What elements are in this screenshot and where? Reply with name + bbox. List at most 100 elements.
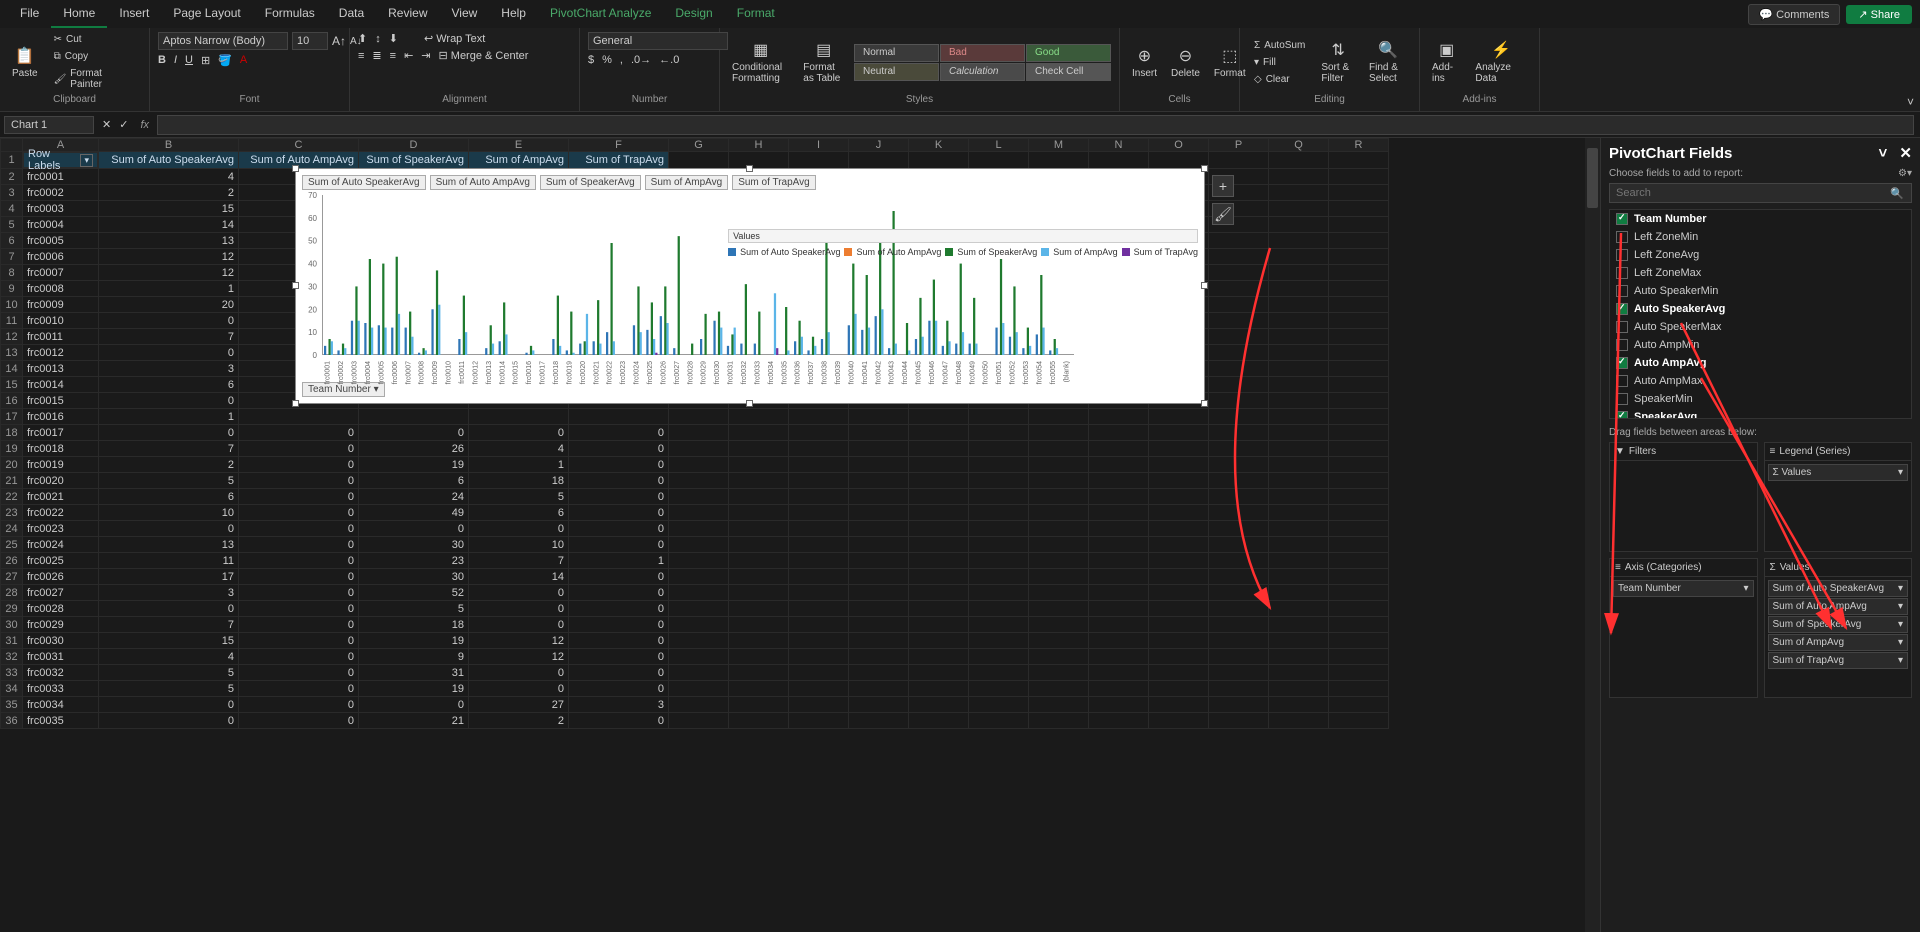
style-normal[interactable]: Normal bbox=[854, 44, 939, 62]
font-size-select[interactable] bbox=[292, 32, 328, 50]
row-header-18[interactable]: 18 bbox=[1, 425, 23, 441]
field-left-zoneavg[interactable]: Left ZoneAvg bbox=[1610, 246, 1911, 264]
checkbox-icon[interactable] bbox=[1616, 285, 1628, 297]
cell-F27[interactable]: 0 bbox=[569, 569, 669, 585]
field-auto-ampmax[interactable]: Auto AmpMax bbox=[1610, 372, 1911, 390]
format-painter-button[interactable]: 🖌 Format Painter bbox=[48, 66, 141, 92]
row-header-1[interactable]: 1 bbox=[1, 152, 23, 169]
align-middle-icon[interactable]: ↕ bbox=[375, 33, 381, 45]
cell-B20[interactable]: 2 bbox=[99, 457, 239, 473]
cell-D26[interactable]: 23 bbox=[359, 553, 469, 569]
chart-field-button[interactable]: Sum of Auto AmpAvg bbox=[430, 175, 536, 190]
cell-C17[interactable] bbox=[239, 409, 359, 425]
cell-D18[interactable]: 0 bbox=[359, 425, 469, 441]
clear-button[interactable]: ◇ Clear bbox=[1248, 72, 1311, 87]
row-header-36[interactable]: 36 bbox=[1, 713, 23, 729]
col-header-D[interactable]: D bbox=[359, 139, 469, 152]
cell-D33[interactable]: 31 bbox=[359, 665, 469, 681]
menu-format[interactable]: Format bbox=[725, 0, 787, 28]
menu-insert[interactable]: Insert bbox=[107, 0, 161, 28]
align-bottom-icon[interactable]: ⬇ bbox=[389, 32, 398, 45]
underline-button[interactable]: U bbox=[185, 54, 193, 67]
row-header-4[interactable]: 4 bbox=[1, 201, 23, 217]
cell-A17[interactable]: frc0016 bbox=[23, 409, 99, 425]
filters-area[interactable]: ▼ Filters bbox=[1609, 442, 1758, 552]
cell-C23[interactable]: 0 bbox=[239, 505, 359, 521]
col-header-J[interactable]: J bbox=[849, 139, 909, 152]
col-header-L[interactable]: L bbox=[969, 139, 1029, 152]
cell-E32[interactable]: 12 bbox=[469, 649, 569, 665]
cell-A31[interactable]: frc0030 bbox=[23, 633, 99, 649]
row-header-10[interactable]: 10 bbox=[1, 297, 23, 313]
cell-A29[interactable]: frc0028 bbox=[23, 601, 99, 617]
cell-B22[interactable]: 6 bbox=[99, 489, 239, 505]
cell-E23[interactable]: 6 bbox=[469, 505, 569, 521]
cell-F26[interactable]: 1 bbox=[569, 553, 669, 569]
col-header-C[interactable]: C bbox=[239, 139, 359, 152]
cell-C20[interactable]: 0 bbox=[239, 457, 359, 473]
find-select-button[interactable]: 🔍Find & Select bbox=[1365, 38, 1411, 86]
row-header-3[interactable]: 3 bbox=[1, 185, 23, 201]
autosum-button[interactable]: Σ AutoSum bbox=[1248, 38, 1311, 53]
checkbox-icon[interactable] bbox=[1616, 249, 1628, 261]
cell-F23[interactable]: 0 bbox=[569, 505, 669, 521]
name-box[interactable] bbox=[4, 116, 94, 134]
field-left-zonemin[interactable]: Left ZoneMin bbox=[1610, 228, 1911, 246]
cell-B21[interactable]: 5 bbox=[99, 473, 239, 489]
addins-button[interactable]: ▣Add-ins bbox=[1428, 38, 1465, 86]
col-header-I[interactable]: I bbox=[789, 139, 849, 152]
cell-A4[interactable]: frc0003 bbox=[23, 201, 99, 217]
percent-icon[interactable]: % bbox=[602, 54, 612, 66]
indent-dec-icon[interactable]: ⇤ bbox=[404, 49, 413, 62]
cell-E35[interactable]: 27 bbox=[469, 697, 569, 713]
pane-minimize-icon[interactable]: ˅ bbox=[1878, 145, 1887, 162]
cell-D19[interactable]: 26 bbox=[359, 441, 469, 457]
chart-field-button[interactable]: Sum of TrapAvg bbox=[732, 175, 816, 190]
cell-E19[interactable]: 4 bbox=[469, 441, 569, 457]
field-auto-speakeravg[interactable]: Auto SpeakerAvg bbox=[1610, 300, 1911, 318]
cell-D31[interactable]: 19 bbox=[359, 633, 469, 649]
cell-F30[interactable]: 0 bbox=[569, 617, 669, 633]
checkbox-icon[interactable] bbox=[1616, 339, 1628, 351]
cell-A26[interactable]: frc0025 bbox=[23, 553, 99, 569]
cell-F24[interactable]: 0 bbox=[569, 521, 669, 537]
row-header-20[interactable]: 20 bbox=[1, 457, 23, 473]
checkbox-icon[interactable] bbox=[1616, 213, 1628, 225]
cell-F33[interactable]: 0 bbox=[569, 665, 669, 681]
cell-F29[interactable]: 0 bbox=[569, 601, 669, 617]
style-bad[interactable]: Bad bbox=[940, 44, 1025, 62]
paste-button[interactable]: 📋Paste bbox=[8, 44, 42, 81]
sort-filter-button[interactable]: ⇅Sort & Filter bbox=[1317, 38, 1359, 86]
cell-A11[interactable]: frc0010 bbox=[23, 313, 99, 329]
cell-C29[interactable]: 0 bbox=[239, 601, 359, 617]
cell-A7[interactable]: frc0006 bbox=[23, 249, 99, 265]
font-name-select[interactable] bbox=[158, 32, 288, 50]
cell-D36[interactable]: 21 bbox=[359, 713, 469, 729]
field-team-number[interactable]: Team Number bbox=[1610, 210, 1911, 228]
row-header-8[interactable]: 8 bbox=[1, 265, 23, 281]
collapse-ribbon-icon[interactable]: ˅ bbox=[1907, 95, 1914, 109]
cell-A35[interactable]: frc0034 bbox=[23, 697, 99, 713]
field-auto-speakermin[interactable]: Auto SpeakerMin bbox=[1610, 282, 1911, 300]
menu-data[interactable]: Data bbox=[327, 0, 376, 28]
cell-A19[interactable]: frc0018 bbox=[23, 441, 99, 457]
col-header-G[interactable]: G bbox=[669, 139, 729, 152]
area-pill[interactable]: Sum of TrapAvg▾ bbox=[1768, 652, 1909, 669]
cell-C19[interactable]: 0 bbox=[239, 441, 359, 457]
copy-button[interactable]: ⧉ Copy bbox=[48, 49, 141, 64]
col-header-H[interactable]: H bbox=[729, 139, 789, 152]
cell-B3[interactable]: 2 bbox=[99, 185, 239, 201]
cell-C21[interactable]: 0 bbox=[239, 473, 359, 489]
cell-F32[interactable]: 0 bbox=[569, 649, 669, 665]
cell-B27[interactable]: 17 bbox=[99, 569, 239, 585]
cell-B11[interactable]: 0 bbox=[99, 313, 239, 329]
field-search-input[interactable] bbox=[1609, 183, 1912, 203]
cell-D30[interactable]: 18 bbox=[359, 617, 469, 633]
row-header-22[interactable]: 22 bbox=[1, 489, 23, 505]
cell-C25[interactable]: 0 bbox=[239, 537, 359, 553]
checkbox-icon[interactable] bbox=[1616, 393, 1628, 405]
cell-B8[interactable]: 12 bbox=[99, 265, 239, 281]
align-right-icon[interactable]: ≡ bbox=[390, 50, 396, 62]
row-header-29[interactable]: 29 bbox=[1, 601, 23, 617]
cell-B23[interactable]: 10 bbox=[99, 505, 239, 521]
